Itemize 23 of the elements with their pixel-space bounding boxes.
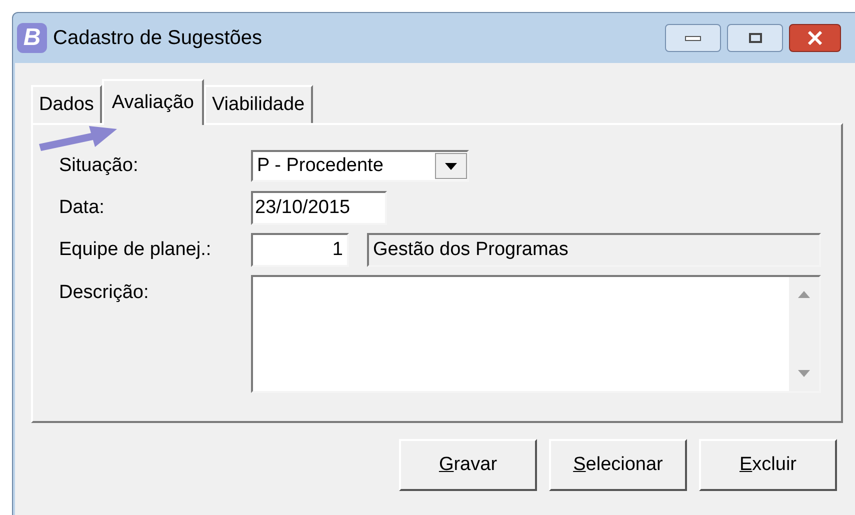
field-label: Equipe de planej.: [59, 238, 212, 262]
app-logo-icon: B [17, 23, 47, 53]
tab[interactable]: Viabilidade [204, 85, 313, 123]
field-label: Descrição: [59, 281, 150, 305]
close-button[interactable] [789, 24, 841, 52]
pointer-arrow-icon [39, 125, 117, 151]
action-button[interactable]: Excluir [699, 439, 837, 491]
tab[interactable]: Dados [31, 85, 102, 123]
action-button[interactable]: Selecionar [549, 439, 687, 491]
description-field[interactable] [251, 275, 821, 393]
window-title: Cadastro de Sugestões [53, 26, 262, 51]
team-name-field[interactable]: Gestão dos Programas [367, 233, 821, 267]
field-label: Situação: [59, 154, 140, 178]
team-code-field[interactable]: 1 [251, 233, 349, 267]
field-label: Data: [59, 196, 106, 220]
close-icon [807, 31, 823, 45]
dropdown-value: P - Procedente [257, 154, 384, 178]
action-button[interactable]: Gravar [399, 439, 537, 491]
date-field[interactable]: 23/10/2015 [251, 191, 387, 225]
tab[interactable]: Avaliação [102, 79, 204, 125]
situation-dropdown[interactable]: P - Procedente [251, 150, 469, 182]
maximize-button[interactable] [727, 24, 783, 52]
minimize-button[interactable] [665, 24, 721, 52]
